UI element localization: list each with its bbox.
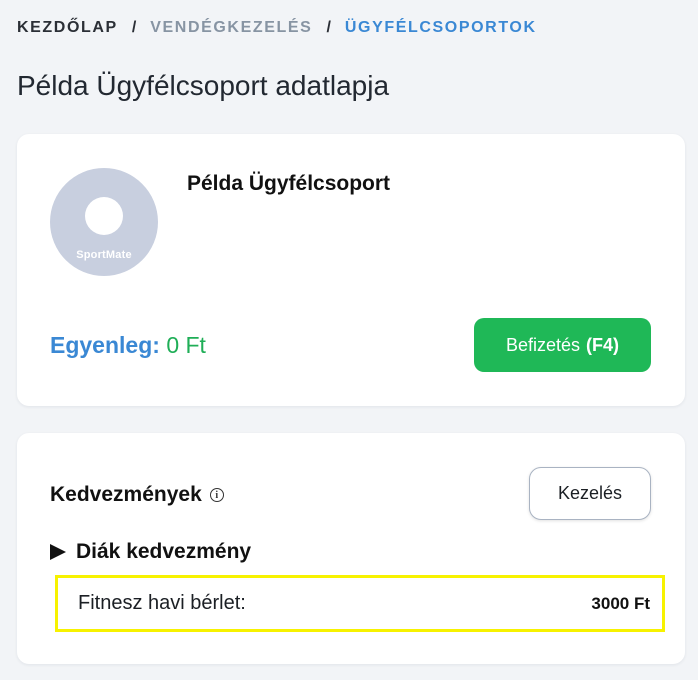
- breadcrumb-home-link[interactable]: KEZDŐLAP: [17, 19, 118, 37]
- balance-label: Egyenleg:: [50, 332, 160, 358]
- breadcrumb-client-groups-link[interactable]: ÜGYFÉLCSOPORTOK: [345, 19, 537, 37]
- discount-item-row: Fitnesz havi bérlet: 3000 Ft: [55, 575, 665, 632]
- breadcrumb-separator: /: [326, 19, 331, 36]
- sportmate-logo: SportMate: [76, 249, 132, 261]
- pay-button[interactable]: Befizetés (F4): [474, 318, 651, 372]
- info-icon[interactable]: i: [209, 488, 224, 502]
- avatar-placeholder-icon: [85, 197, 123, 235]
- profile-name: Példa Ügyfélcsoport: [187, 172, 391, 195]
- profile-card: SportMate Példa Ügyfélcsoport Egyenleg: …: [17, 134, 685, 406]
- pay-button-label: Befizetés: [505, 334, 581, 355]
- pay-button-shortcut: (F4): [586, 334, 620, 355]
- discounts-title: Kedvezmények: [50, 483, 202, 506]
- avatar: SportMate: [50, 168, 158, 276]
- expand-triangle-icon: [50, 544, 66, 560]
- breadcrumb-guest-management-link[interactable]: VENDÉGKEZELÉS: [150, 19, 312, 37]
- breadcrumb-separator: /: [131, 19, 137, 36]
- discounts-header: Kedvezmények i: [50, 483, 224, 507]
- page-title: Példa Ügyfélcsoport adatlapja: [17, 70, 390, 101]
- discount-group-label: Diák kedvezmény: [76, 540, 252, 563]
- balance: Egyenleg: 0 Ft: [50, 332, 206, 359]
- balance-value: 0 Ft: [166, 332, 206, 358]
- manage-discounts-button[interactable]: Kezelés: [529, 467, 651, 520]
- discount-item-name: Fitnesz havi bérlet:: [78, 592, 246, 614]
- discount-group-toggle[interactable]: Diák kedvezmény: [50, 540, 251, 564]
- discount-item-price: 3000 Ft: [591, 593, 650, 613]
- breadcrumb: KEZDŐLAP / VENDÉGKEZELÉS / ÜGYFÉLCSOPORT…: [17, 19, 537, 37]
- discounts-card: Kedvezmények i Kezelés Diák kedvezmény F…: [17, 433, 685, 664]
